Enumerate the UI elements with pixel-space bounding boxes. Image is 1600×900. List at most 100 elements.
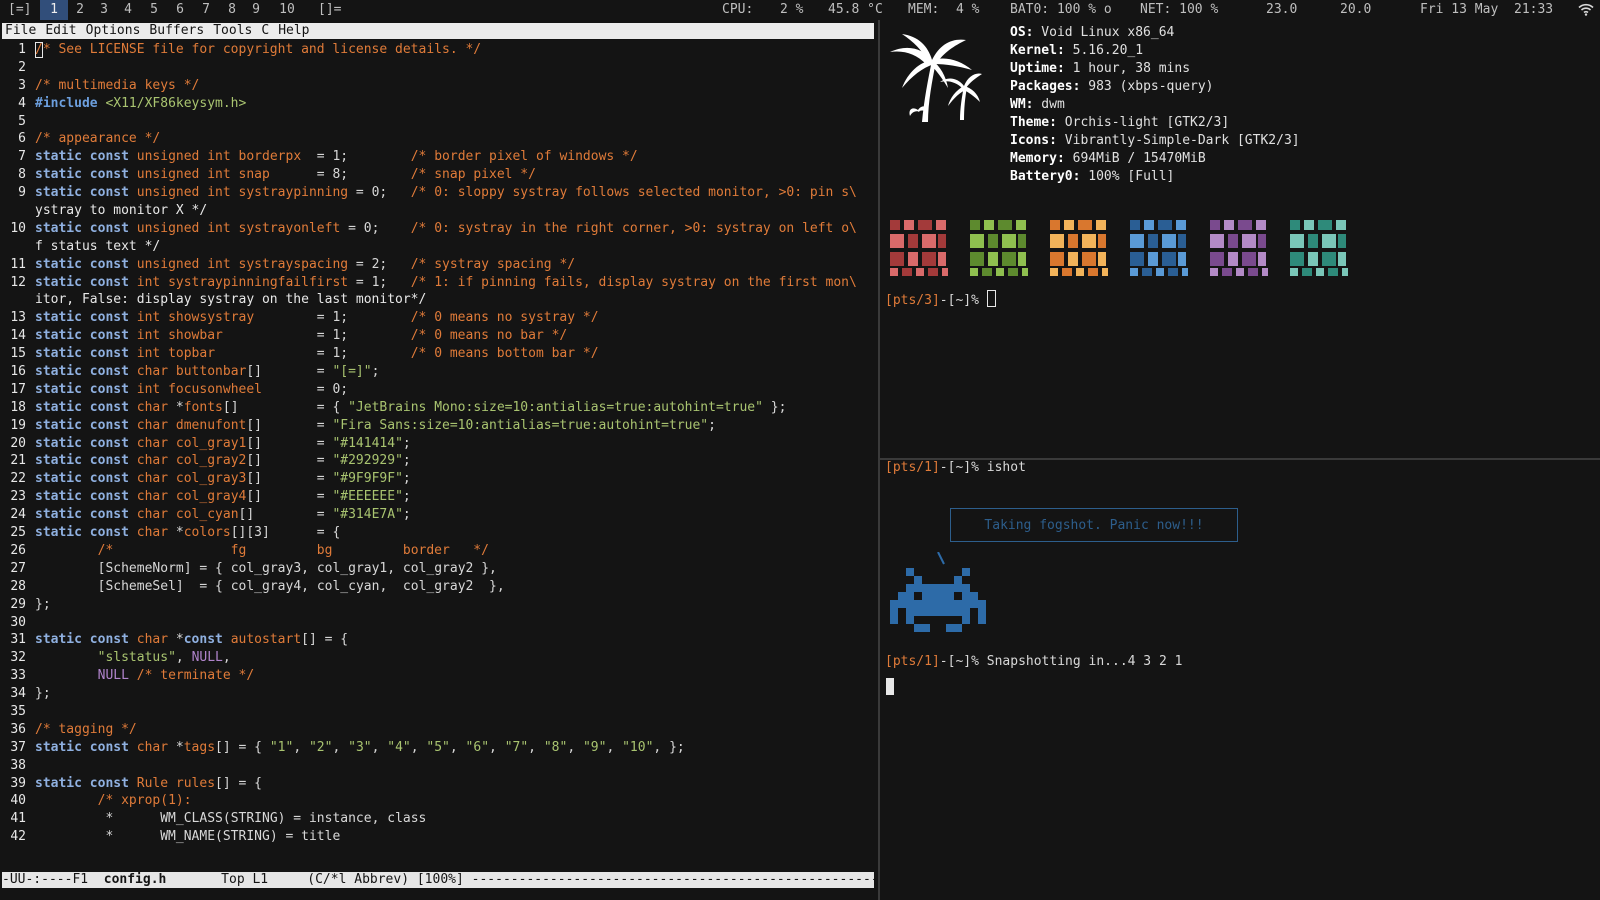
code-line[interactable]: 14 static const int showbar = 1; /* 0 mea… [0,327,876,345]
prompt-path: -[~]% [939,654,987,669]
code-line[interactable]: 33 NULL /* terminate */ [0,667,876,685]
code-line[interactable]: 4 #include <X11/XF86keysym.h> [0,95,876,113]
code-line[interactable]: 36 /* tagging */ [0,721,876,739]
line-text: static const unsigned int systraypinning… [35,185,857,201]
tag-6[interactable]: 6 [170,0,190,20]
emacs-window[interactable]: File Edit Options Buffers Tools C Help 1 /* See… [0,20,876,900]
vertical-divider[interactable] [878,20,880,900]
tag-5[interactable]: 5 [144,0,164,20]
modeline-status: -UU-:----F1 [2,872,89,887]
terminal-pts1[interactable]: [pts/1]-[~]% ishot Taking fogshot. Panic… [882,460,1600,900]
code-line[interactable]: 5 [0,113,876,131]
code-line[interactable]: 10 static const unsigned int systrayonlef… [0,220,876,238]
line-number: 25 [10,525,26,541]
line-number: 2 [18,59,26,75]
code-line[interactable]: 13 static const int showsystray = 1; /* 0… [0,309,876,327]
tag-9[interactable]: 9 [246,0,266,20]
code-line[interactable]: 40 /* xprop(1): [0,792,876,810]
code-line[interactable]: 30 [0,614,876,632]
code-line[interactable]: 39 static const Rule rules[] = { [0,775,876,793]
line-text: static const int showsystray = 1; /* 0 m… [35,310,599,326]
code-line[interactable]: 22 static const char col_gray3[] = "#9F9F… [0,470,876,488]
code-line[interactable]: 25 static const char *colors[][3] = { [0,524,876,542]
info-value: 694MiB / 15470MiB [1064,151,1206,166]
line-number: 30 [10,614,26,630]
line-number: 39 [10,775,26,791]
info-line: Packages: 983 (xbps-query) [1010,78,1300,96]
tag-3[interactable]: 3 [94,0,114,20]
wifi-icon[interactable] [1578,3,1594,16]
line-number: 32 [10,650,26,666]
code-line[interactable]: 16 static const char buttonbar[] = "[=]"; [0,363,876,381]
line-text: /* See LICENSE file for copyright and li… [35,42,482,57]
info-line: OS: Void Linux x86_64 [1010,24,1300,42]
code-line[interactable]: 24 static const char col_cyan[] = "#314E7… [0,506,876,524]
code-line[interactable]: 8 static const unsigned int snap = 8; /* … [0,166,876,184]
code-line[interactable]: 31 static const char *const autostart[] =… [0,631,876,649]
code-line[interactable]: 15 static const int topbar = 1; /* 0 mean… [0,345,876,363]
code-line[interactable]: 34}; [0,685,876,703]
line-text: static const char col_gray1[] = "#141414… [35,435,411,451]
code-line[interactable]: 17 static const int focusonwheel = 0; [0,381,876,399]
tag-2[interactable]: 2 [70,0,90,20]
tag-4[interactable]: 4 [118,0,138,20]
line-number: 23 [10,489,26,505]
layout-button[interactable]: [=] [8,0,31,20]
info-line: Theme: Orchis-light [GTK2/3] [1010,114,1300,132]
menu-options[interactable]: Options [86,23,141,38]
code-line[interactable]: 9 static const unsigned int systraypinnin… [0,184,876,202]
code-line-continuation[interactable]: itor, False: display systray on the last… [0,291,876,309]
line-text: /* multimedia keys */ [35,77,200,93]
code-line[interactable]: 3 /* multimedia keys */ [0,77,876,95]
terminal-pts3[interactable]: OS: Void Linux x86_64 Kernel: 5.16.20_1 Up… [882,22,1600,456]
code-line[interactable]: 6 /* appearance */ [0,130,876,148]
code-line[interactable]: 19 static const char dmenufont[] = "Fira … [0,417,876,435]
menu-file[interactable]: File [5,23,36,38]
code-line[interactable]: 32 "slstatus", NULL, [0,649,876,667]
code-line[interactable]: 38 [0,757,876,775]
info-key: Packages: [1010,79,1081,94]
menu-buffers[interactable]: Buffers [149,23,204,38]
code-line[interactable]: 35 [0,703,876,721]
code-line[interactable]: 21 static const char col_gray2[] = "#2929… [0,452,876,470]
code-line[interactable]: 2 [0,59,876,77]
code-line[interactable]: 1 /* See LICENSE file for copyright and l… [0,41,876,59]
line-number: 21 [10,453,26,469]
menu-c[interactable]: C [261,23,269,38]
mem-value: 4 % [956,2,980,17]
line-number: 22 [10,471,26,487]
menu-help[interactable]: Help [278,23,309,38]
code-line-continuation[interactable]: f status text */ [0,238,876,256]
tag-1[interactable]: 1 [40,0,68,20]
code-line[interactable]: 23 static const char col_gray4[] = "#EEEE… [0,488,876,506]
code-line[interactable]: 12 static const int systraypinningfailfir… [0,274,876,292]
code-line[interactable]: 29}; [0,596,876,614]
code-line[interactable]: 18 static const char *fonts[] = { "JetBra… [0,399,876,417]
line-text: static const Rule rules[] = { [35,775,263,791]
tag-7[interactable]: 7 [196,0,216,20]
code-line[interactable]: 20 static const char col_gray1[] = "#1414… [0,435,876,453]
line-text: static const int focusonwheel = 0; [35,381,349,397]
tag-10[interactable]: 10 [272,0,302,20]
code-line-continuation[interactable]: ystray to monitor X */ [0,202,876,220]
line-text: /* appearance */ [35,131,161,147]
menu-tools[interactable]: Tools [213,23,252,38]
menu-edit[interactable]: Edit [45,23,76,38]
code-line[interactable]: 11 static const unsigned int systrayspaci… [0,256,876,274]
code-line[interactable]: 28 [SchemeSel] = { col_gray4, col_cyan, … [0,578,876,596]
prompt-path: -[~]% [939,460,987,475]
code-line[interactable]: 37 static const char *tags[] = { "1", "2"… [0,739,876,757]
code-line[interactable]: 42 * WM_NAME(STRING) = title [0,828,876,846]
code-buffer[interactable]: 1 /* See LICENSE file for copyright and l… [0,41,876,846]
line-text: ystray to monitor X */ [35,203,208,219]
line-number: 26 [10,542,26,558]
code-line[interactable]: 41 * WM_CLASS(STRING) = instance, class [0,810,876,828]
tag-8[interactable]: 8 [222,0,242,20]
layout-indicator[interactable]: []= [318,0,341,20]
line-text: static const char col_gray3[] = "#9F9F9F… [35,471,411,487]
line-number: 35 [10,703,26,719]
code-line[interactable]: 27 [SchemeNorm] = { col_gray3, col_gray1… [0,560,876,578]
code-line[interactable]: 7 static const unsigned int borderpx = 1;… [0,148,876,166]
code-line[interactable]: 26 /* fg bg border */ [0,542,876,560]
line-number: 12 [10,274,26,290]
